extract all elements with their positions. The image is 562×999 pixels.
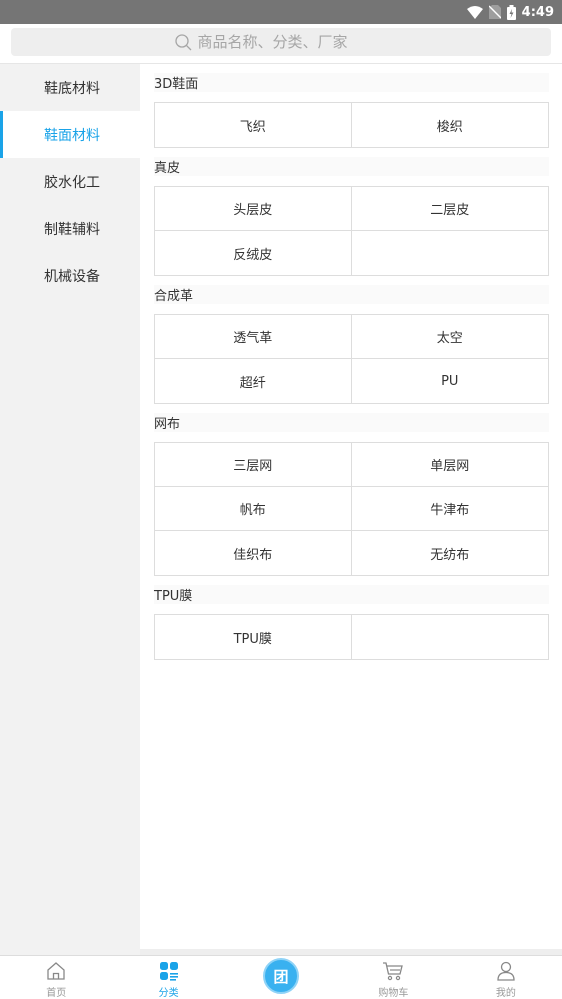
empty-cell xyxy=(352,231,549,275)
sidebar-item-label: 机械设备 xyxy=(44,268,100,285)
subcategory-cell[interactable]: 佳织布 xyxy=(155,531,352,575)
section-title-text: 3D鞋面 xyxy=(154,73,549,92)
section-title-text: 网布 xyxy=(154,413,549,432)
sidebar-item-machinery[interactable]: 机械设备 xyxy=(0,252,140,299)
sidebar-item-label: 鞋底材料 xyxy=(44,80,100,97)
wifi-icon xyxy=(466,5,483,19)
section-title: 3D鞋面 xyxy=(140,64,562,102)
empty-cell xyxy=(352,615,549,659)
category-icon xyxy=(159,962,178,981)
subcategory-cell[interactable]: 三层网 xyxy=(155,443,352,487)
subcategory-cell[interactable]: 二层皮 xyxy=(351,187,548,231)
group-buy-button[interactable]: 团 xyxy=(263,958,300,994)
nav-mine[interactable]: 我的 xyxy=(450,956,562,999)
section-title: 网布 xyxy=(140,404,562,442)
subcategory-cell[interactable]: 飞织 xyxy=(155,103,352,147)
subcategory-cell[interactable]: TPU膜 xyxy=(155,615,352,659)
subcategory-grid: TPU膜 xyxy=(154,614,549,660)
section-title-text: TPU膜 xyxy=(154,585,549,604)
subcategory-content: 3D鞋面 飞织 梭织 真皮 头层皮 二层皮 反绒皮 合成革 透气革 太空 超纤 … xyxy=(140,64,562,949)
subcategory-cell[interactable]: 无纺布 xyxy=(352,531,549,575)
subcategory-grid: 头层皮 二层皮 反绒皮 xyxy=(154,186,549,276)
sidebar-item-label: 胶水化工 xyxy=(44,174,100,191)
section-title: 合成革 xyxy=(140,276,562,314)
nav-mine-label: 我的 xyxy=(495,988,516,999)
subcategory-grid: 三层网 单层网 帆布 牛津布 佳织布 无纺布 xyxy=(154,442,549,576)
group-buy-label: 团 xyxy=(273,967,289,986)
sidebar-item-adhesive-chemicals[interactable]: 胶水化工 xyxy=(0,158,140,205)
section-title: TPU膜 xyxy=(140,576,562,614)
nav-home-label: 首页 xyxy=(46,988,67,999)
home-icon xyxy=(47,962,65,980)
subcategory-cell[interactable]: 头层皮 xyxy=(155,187,352,231)
bottom-nav: 首页 分类 团 购物车 我的 xyxy=(0,955,562,999)
search-input[interactable] xyxy=(197,33,388,51)
subcategory-cell[interactable]: 单层网 xyxy=(351,443,548,487)
nav-cart-label: 购物车 xyxy=(378,988,409,999)
subcategory-grid: 飞织 梭织 xyxy=(154,102,549,148)
nav-group-buy[interactable]: 团 xyxy=(225,956,337,999)
subcategory-cell[interactable]: 帆布 xyxy=(155,487,352,531)
subcategory-cell[interactable]: 太空 xyxy=(351,315,548,359)
subcategory-cell[interactable]: PU xyxy=(352,359,549,403)
sidebar-item-shoe-accessories[interactable]: 制鞋辅料 xyxy=(0,205,140,252)
sidebar-item-upper-materials[interactable]: 鞋面材料 xyxy=(0,111,140,158)
search-icon xyxy=(174,33,191,50)
subcategory-cell[interactable]: 反绒皮 xyxy=(155,231,352,275)
nav-home[interactable]: 首页 xyxy=(0,956,112,999)
subcategory-cell[interactable]: 透气革 xyxy=(155,315,352,359)
sidebar-item-label: 制鞋辅料 xyxy=(44,221,100,238)
nav-cart[interactable]: 购物车 xyxy=(337,956,449,999)
cart-icon xyxy=(383,962,404,981)
user-icon xyxy=(497,961,515,981)
search-header xyxy=(0,24,562,64)
status-icons: 4:49 xyxy=(466,3,554,21)
battery-icon xyxy=(506,4,516,20)
subcategory-cell[interactable]: 超纤 xyxy=(155,359,352,403)
nav-category[interactable]: 分类 xyxy=(112,956,224,999)
subcategory-cell[interactable]: 梭织 xyxy=(352,103,549,147)
category-sidebar: 鞋底材料 鞋面材料 胶水化工 制鞋辅料 机械设备 xyxy=(0,64,140,955)
section-title-text: 合成革 xyxy=(154,285,549,304)
nav-category-label: 分类 xyxy=(158,988,179,999)
section-title: 真皮 xyxy=(140,148,562,186)
subcategory-grid: 透气革 太空 超纤 PU xyxy=(154,314,549,404)
search-box[interactable] xyxy=(11,28,551,56)
sidebar-item-sole-materials[interactable]: 鞋底材料 xyxy=(0,64,140,111)
subcategory-cell[interactable]: 牛津布 xyxy=(351,487,548,531)
status-bar: 4:49 xyxy=(0,0,562,24)
sidebar-item-label: 鞋面材料 xyxy=(44,127,100,144)
status-time: 4:49 xyxy=(521,4,554,20)
section-title-text: 真皮 xyxy=(154,157,549,176)
no-sim-icon xyxy=(488,5,501,19)
